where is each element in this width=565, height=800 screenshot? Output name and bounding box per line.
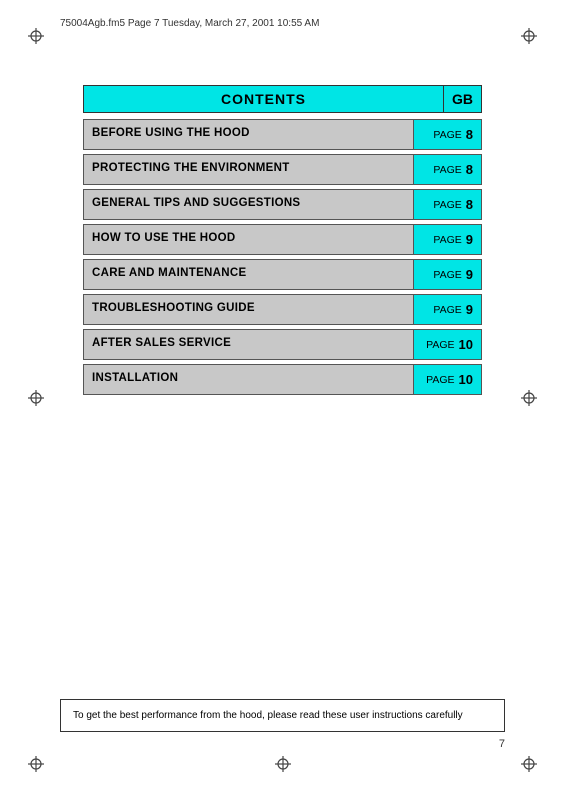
toc-item-page: PAGE 9 (413, 225, 481, 254)
toc-page-number: 9 (466, 232, 473, 247)
toc-page-word: PAGE (433, 269, 461, 281)
header-text: 75004Agb.fm5 Page 7 Tuesday, March 27, 2… (60, 18, 545, 29)
corner-mark-left-mid (28, 390, 44, 406)
toc-page-number: 8 (466, 162, 473, 177)
toc-page-number: 9 (466, 302, 473, 317)
toc-row: CARE AND MAINTENANCE PAGE 9 (83, 259, 482, 290)
corner-mark-bottom-left (28, 756, 44, 772)
toc-item-label: INSTALLATION (84, 365, 413, 394)
toc-row: INSTALLATION PAGE 10 (83, 364, 482, 395)
toc-container: BEFORE USING THE HOODPAGE8PROTECTING THE… (83, 119, 482, 395)
toc-item-label: PROTECTING THE ENVIRONMENT (84, 155, 413, 184)
toc-page-word: PAGE (426, 374, 454, 386)
page-number: 7 (499, 738, 505, 750)
corner-mark-bottom-right (521, 756, 537, 772)
page: 75004Agb.fm5 Page 7 Tuesday, March 27, 2… (0, 0, 565, 800)
toc-item-page: PAGE 8 (413, 120, 481, 149)
toc-page-word: PAGE (433, 234, 461, 246)
corner-mark-top-left (28, 28, 44, 44)
toc-page-word: PAGE (433, 129, 461, 141)
corner-mark-bottom-center (275, 756, 291, 772)
toc-page-word: PAGE (433, 164, 461, 176)
toc-item-page: PAGE 10 (413, 365, 481, 394)
toc-item-page: PAGE 9 (413, 295, 481, 324)
toc-item-page: PAGE 8 (413, 155, 481, 184)
toc-item-page: PAGE 8 (413, 190, 481, 219)
toc-item-label: GENERAL TIPS AND SUGGESTIONS (84, 190, 413, 219)
toc-row: PROTECTING THE ENVIRONMENT PAGE 8 (83, 154, 482, 185)
toc-item-page: PAGE 9 (413, 260, 481, 289)
bottom-note: To get the best performance from the hoo… (60, 699, 505, 732)
toc-row: BEFORE USING THE HOOD PAGE 8 (83, 119, 482, 150)
toc-item-page: PAGE 10 (413, 330, 481, 359)
contents-title: CONTENTS (84, 86, 443, 112)
toc-item-label: BEFORE USING THE HOOD (84, 120, 413, 149)
toc-page-word: PAGE (433, 199, 461, 211)
toc-item-label: CARE AND MAINTENANCE (84, 260, 413, 289)
toc-page-number: 8 (466, 127, 473, 142)
toc-page-number: 9 (466, 267, 473, 282)
toc-item-label: TROUBLESHOOTING GUIDE (84, 295, 413, 324)
main-content: CONTENTS GB BEFORE USING THE HOODPAGE8PR… (83, 85, 482, 399)
toc-page-word: PAGE (433, 304, 461, 316)
toc-row: AFTER SALES SERVICE PAGE 10 (83, 329, 482, 360)
corner-mark-top-right (521, 28, 537, 44)
toc-row: GENERAL TIPS AND SUGGESTIONS PAGE 8 (83, 189, 482, 220)
toc-page-word: PAGE (426, 339, 454, 351)
toc-item-label: HOW TO USE THE HOOD (84, 225, 413, 254)
toc-page-number: 10 (459, 337, 473, 352)
toc-page-number: 10 (459, 372, 473, 387)
corner-mark-right-mid (521, 390, 537, 406)
toc-page-number: 8 (466, 197, 473, 212)
contents-title-row: CONTENTS GB (83, 85, 482, 113)
toc-item-label: AFTER SALES SERVICE (84, 330, 413, 359)
gb-badge: GB (443, 86, 481, 112)
toc-row: TROUBLESHOOTING GUIDE PAGE 9 (83, 294, 482, 325)
toc-row: HOW TO USE THE HOOD PAGE 9 (83, 224, 482, 255)
